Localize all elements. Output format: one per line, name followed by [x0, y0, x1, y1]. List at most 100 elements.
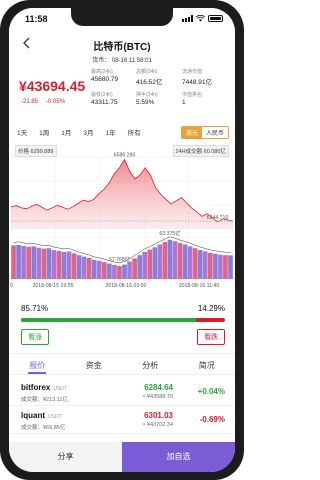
volume-bar	[157, 244, 163, 279]
stat-label: 最高(24h)	[91, 69, 113, 75]
volume-bar	[207, 252, 213, 279]
screen: 11:58 比特币(BTC) 货币： 08-16 11:58:01 ¥43694…	[9, 8, 235, 472]
volume-bar	[122, 264, 127, 279]
notch	[71, 8, 173, 26]
volume-bar	[102, 262, 107, 279]
add-watchlist-button[interactable]: 加自选	[122, 442, 235, 472]
volume-bar	[21, 245, 26, 279]
volume-chip: 24H成交额 60.080亿	[172, 145, 229, 157]
pair-label: USDT	[48, 414, 62, 420]
volume-bar	[182, 244, 188, 279]
market-price-value: 6301.03	[144, 411, 173, 420]
volume-bar	[81, 256, 87, 279]
x-tick-label: 0	[10, 283, 13, 289]
exchange-label: lquant	[21, 411, 45, 420]
market-row[interactable]: lquant USDT 成交额：¥69.85亿 6301.03 ≈ ¥43702.3…	[9, 406, 235, 434]
tab-all[interactable]: 所有	[128, 127, 141, 137]
volume-bar	[142, 251, 148, 279]
price-summary: ¥43694.45 -21.85 -0.05% 最高(24h) 45680.79 总…	[9, 68, 235, 118]
volume-bar	[26, 246, 31, 279]
back-arrow-icon[interactable]	[21, 37, 33, 49]
volume-bar	[202, 251, 208, 279]
currency-toggle: 美元 人民币	[180, 126, 229, 139]
market-price-cny: ≈ ¥43702.34	[142, 422, 173, 428]
status-bar: 11:58	[9, 8, 235, 30]
volume-bar	[112, 265, 117, 279]
status-icons	[182, 15, 223, 22]
stat-value: 45680.79	[91, 76, 119, 83]
volume-bar	[213, 253, 218, 279]
exchange-name: lquant USDT	[21, 411, 62, 420]
bullish-button[interactable]: 看涨	[21, 329, 49, 345]
tab-profile[interactable]: 简况	[179, 354, 236, 374]
tab-analysis[interactable]: 分析	[122, 354, 179, 374]
volume-bar	[56, 251, 62, 279]
last-price-label: 6244.710	[207, 215, 229, 221]
stat-label: 最低(24h)	[91, 92, 113, 98]
tab-quotes[interactable]: 报价	[9, 354, 66, 374]
x-tick-label: 2018-08-16 03:50	[106, 283, 147, 289]
volume-bar	[91, 259, 97, 279]
market-list: bitforex USDT 成交额：¥213.11亿 6284.64 ≈ ¥4358…	[9, 378, 235, 434]
sentiment-bar	[21, 318, 225, 322]
volume-bar	[132, 258, 137, 279]
change-abs: -21.85	[21, 99, 39, 105]
stat-value: 416.52亿	[136, 79, 163, 86]
footer-bar: 分享 加自选	[9, 442, 235, 472]
tab-1m[interactable]: 1月	[61, 127, 71, 137]
currency-usd[interactable]: 美元	[181, 127, 202, 138]
volume-low-label: 57.768亿	[109, 255, 130, 263]
stat-total: 总额(24h) 416.52亿	[136, 68, 182, 86]
current-price: ¥43694.45	[19, 78, 86, 94]
stats-grid: 最高(24h) 45680.79 总额(24h) 416.52亿 流通市值 7448.…	[91, 68, 227, 106]
bear-pct: 14.29%	[197, 304, 225, 313]
volume-bar	[41, 248, 47, 279]
volume-bar	[36, 247, 42, 279]
market-price: 6284.64 ≈ ¥43588.70	[121, 383, 173, 400]
bull-pct: 85.71%	[21, 304, 49, 313]
volume-bar	[46, 248, 52, 279]
volume-bar	[86, 258, 92, 279]
exchange-name: bitforex USDT	[21, 383, 67, 392]
market-volume: 成交额：¥69.85亿	[21, 425, 66, 431]
tab-1y[interactable]: 1年	[106, 127, 116, 137]
price-chip-value: 6299.889	[30, 149, 54, 155]
share-button[interactable]: 分享	[9, 442, 122, 472]
tab-1w[interactable]: 1周	[39, 127, 49, 137]
volume-bar	[76, 255, 82, 279]
volume-bar	[172, 241, 178, 279]
currency-cny[interactable]: 人民币	[201, 127, 228, 138]
status-time: 11:58	[25, 14, 48, 24]
bearish-button[interactable]: 看跌	[197, 329, 225, 345]
volume-bar	[51, 250, 57, 279]
signal-icon	[182, 15, 193, 22]
period-tabs: 1天 1周 1月 3月 1年 所有 美元 人民币	[9, 124, 235, 140]
volume-bar	[61, 251, 67, 279]
page-subtitle: 货币： 08-16 11:58:01	[92, 58, 152, 64]
tab-1d[interactable]: 1天	[17, 127, 27, 137]
volume-bar	[192, 248, 198, 279]
stat-high: 最高(24h) 45680.79	[91, 68, 136, 86]
volume-bar	[16, 244, 21, 279]
page-title: 比特币(BTC)	[93, 42, 151, 53]
volume-bar	[162, 242, 168, 279]
volume-bar	[167, 239, 173, 279]
stat-label: 流通市值	[182, 69, 203, 75]
tab-3m[interactable]: 3月	[83, 127, 93, 137]
volume-bar	[147, 249, 153, 279]
volume-bar	[187, 246, 193, 279]
market-row[interactable]: bitforex USDT 成交额：¥213.11亿 6284.64 ≈ ¥4358…	[9, 378, 235, 406]
price-chip: 价格 6299.889	[15, 145, 57, 157]
pair-label: USDT	[53, 386, 67, 392]
volume-bar	[218, 254, 223, 279]
stat-label: 总额(24h)	[136, 69, 158, 75]
volume-bar	[71, 253, 77, 279]
stat-value: 43311.75	[91, 99, 118, 106]
tab-funds[interactable]: 资金	[66, 354, 123, 374]
sentiment-ratio: 85.71% 14.29% 看涨 看跌	[9, 300, 235, 348]
stat-turnover: 换手(24h) 5.59%	[136, 91, 182, 106]
volume-bar	[223, 255, 228, 279]
price-chip-label: 价格	[18, 149, 30, 155]
volume-bar	[197, 250, 203, 279]
wifi-icon	[196, 15, 205, 22]
